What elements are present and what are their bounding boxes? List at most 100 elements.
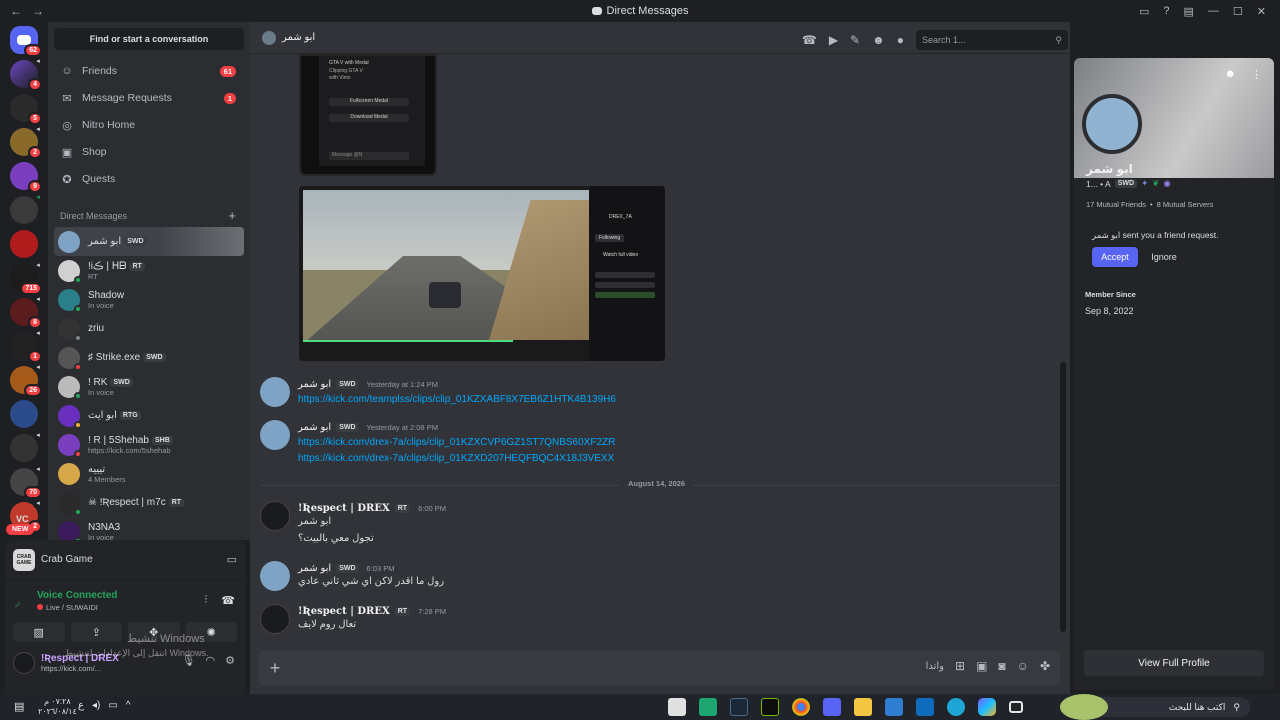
gif-icon[interactable]: ▣ [976, 659, 987, 673]
author-name[interactable]: ابو شمر [298, 563, 331, 574]
apps-icon[interactable]: ✤ [1040, 659, 1050, 673]
find-conversation-button[interactable]: Find or start a conversation [54, 28, 244, 50]
voice-call-icon[interactable]: ☎ [802, 33, 817, 47]
home-button[interactable]: 62 [10, 26, 42, 57]
author-name[interactable]: ابو شمر [298, 379, 331, 390]
nav-quests[interactable]: ✪ Quests [54, 166, 244, 192]
author-avatar[interactable] [260, 561, 290, 591]
dm-item[interactable]: !iڪ | ᕼᗷ RT RT [54, 256, 244, 285]
profile-avatar[interactable] [1082, 94, 1142, 154]
search-input[interactable]: Search 1... ⚲ [916, 30, 1068, 50]
dm-item[interactable]: ☠ !Ʀespect | m7c RT [54, 488, 244, 517]
more-options-icon[interactable]: ⋮ [1251, 68, 1262, 81]
mail-app-icon[interactable] [916, 698, 934, 716]
notification-icon[interactable]: ▤ [14, 700, 24, 713]
server-icon[interactable]: ◂ 2 [10, 125, 43, 159]
mutual-info[interactable]: 17 Mutual Friends • 8 Mutual Servers [1086, 200, 1213, 209]
network-icon[interactable]: ▭ [108, 700, 117, 711]
tray-expand-icon[interactable]: ^ [126, 700, 131, 711]
store-app-icon[interactable] [885, 698, 903, 716]
nav-nitro-home[interactable]: ◎ Nitro Home [54, 112, 244, 138]
inbox-icon[interactable]: ▭ [1139, 5, 1149, 18]
server-icon[interactable]: ◂ 4 [10, 57, 43, 91]
server-icon[interactable]: ◂ 26 [10, 363, 43, 397]
server-icon[interactable]: ◂ [10, 431, 43, 462]
clipboard-icon[interactable]: ▤ [1184, 5, 1194, 18]
nav-message-requests[interactable]: ✉ Message Requests 1 [54, 85, 244, 111]
server-icon[interactable]: ◂ 8 [10, 295, 43, 329]
close-icon[interactable]: ✕ [1257, 5, 1266, 18]
accept-button[interactable]: Accept [1092, 247, 1138, 267]
message-link[interactable]: https://kick.com/drex-7a/clips/clip_01KZ… [298, 453, 614, 464]
server-vc-label[interactable]: VC [16, 514, 29, 524]
sticker-icon[interactable]: ◙ [998, 659, 1005, 673]
discord-app-icon[interactable] [823, 698, 841, 716]
green-app-icon[interactable] [699, 698, 717, 716]
settings-gear-icon[interactable]: ⚙ [225, 654, 235, 667]
nav-shop[interactable]: ▣ Shop [54, 139, 244, 165]
maximize-icon[interactable]: ☐ [1233, 5, 1243, 18]
signal-icon[interactable]: ◞ [15, 594, 20, 608]
help-icon[interactable]: ? [1163, 5, 1169, 17]
author-avatar[interactable] [260, 420, 290, 450]
author-avatar[interactable] [260, 604, 290, 634]
language-indicator[interactable]: ع [78, 700, 84, 711]
add-friend-icon[interactable]: ☻ [1224, 68, 1236, 80]
nav-friends[interactable]: ☺ Friends 61 [54, 58, 244, 84]
author-avatar[interactable] [260, 377, 290, 407]
screen-share-icon[interactable]: ▭ [227, 553, 237, 566]
author-name[interactable]: !Ʀespect | DREX [298, 606, 390, 617]
author-name[interactable]: !Ʀespect | DREX [298, 503, 390, 514]
dm-item[interactable]: Shadow In voice [54, 285, 244, 314]
volume-icon[interactable]: ◂) [92, 700, 100, 711]
server-icon[interactable] [10, 230, 38, 258]
server-icon[interactable]: ◂ 1 [10, 329, 43, 363]
noise-suppression-icon[interactable]: ⫶ [205, 594, 208, 607]
video-call-icon[interactable]: ▶ [829, 33, 838, 47]
nvidia-app-icon[interactable] [761, 698, 779, 716]
add-friends-icon[interactable]: ☻ [872, 33, 885, 47]
disconnect-icon[interactable]: ☎ [221, 594, 235, 607]
taskbar-search[interactable]: اكتب هنا للبحث ⚲ [1060, 694, 1250, 720]
minimize-icon[interactable]: — [1208, 5, 1219, 17]
dm-item[interactable]: zriu [54, 314, 244, 343]
server-icon[interactable]: ◂ [10, 193, 43, 224]
system-clock[interactable]: ٠٧:٢٨ م ٢٠٢٦/٠٨/١٤ [38, 697, 77, 717]
view-full-profile-button[interactable]: View Full Profile [1084, 650, 1264, 676]
edge-app-icon[interactable] [947, 698, 965, 716]
dm-item[interactable]: ! R | 5Shehab SHB https://kick.com/5shehab [54, 430, 244, 459]
message-link[interactable]: https://kick.com/teamplss/clips/clip_01K… [298, 394, 616, 405]
message-composer[interactable]: + واتدا ⊞ ▣ ◙ ☺ ✤ [258, 650, 1060, 686]
server-icon[interactable]: ◂ 715 [10, 261, 43, 295]
attach-plus-icon[interactable]: + [258, 658, 292, 679]
server-icon[interactable]: 5 [10, 94, 42, 125]
message-link[interactable]: https://kick.com/drex-7a/clips/clip_01KZ… [298, 437, 615, 448]
chat-scrollbar[interactable] [1060, 362, 1066, 632]
peer-name[interactable]: ابو شمر [282, 32, 315, 43]
dm-item[interactable]: ابو شمر SWD [54, 227, 244, 256]
attachment-image[interactable]: GTA V with Medal Clipping GTA V with Vin… [299, 54, 437, 176]
ignore-button[interactable]: Ignore [1144, 247, 1184, 267]
task-view-icon[interactable] [1009, 701, 1023, 713]
server-icon[interactable]: ◂ 70 [10, 465, 43, 499]
game-activity[interactable]: CRAB GAME Crab Game ▭ [5, 540, 245, 580]
dm-item[interactable]: تيييه 4 Members [54, 459, 244, 488]
screen-share-button[interactable]: ⇪ [70, 622, 122, 642]
chrome-app-icon[interactable] [792, 698, 810, 716]
camera-off-button[interactable]: ▨ [13, 622, 65, 642]
forward-arrow-icon[interactable]: → [32, 4, 44, 18]
dm-item[interactable]: ♯ Strike.exe SWD [54, 343, 244, 372]
dm-item[interactable]: ! RK SWD In voice [54, 372, 244, 401]
user-profile-icon[interactable]: ● [897, 33, 904, 47]
author-name[interactable]: ابو شمر [298, 422, 331, 433]
file-explorer-app-icon[interactable] [854, 698, 872, 716]
gift-icon[interactable]: ⊞ [955, 659, 965, 673]
author-avatar[interactable] [260, 501, 290, 531]
server-icon[interactable] [10, 400, 38, 428]
back-arrow-icon[interactable]: ← [10, 4, 22, 18]
server-icon[interactable]: 9 [10, 162, 42, 193]
emoji-icon[interactable]: ☺ [1017, 659, 1029, 673]
attachment-image[interactable]: DREX_7A Following Watch full video [299, 186, 665, 361]
copilot-app-icon[interactable] [978, 698, 996, 716]
dm-item[interactable]: ابو ايث RTG [54, 401, 244, 430]
